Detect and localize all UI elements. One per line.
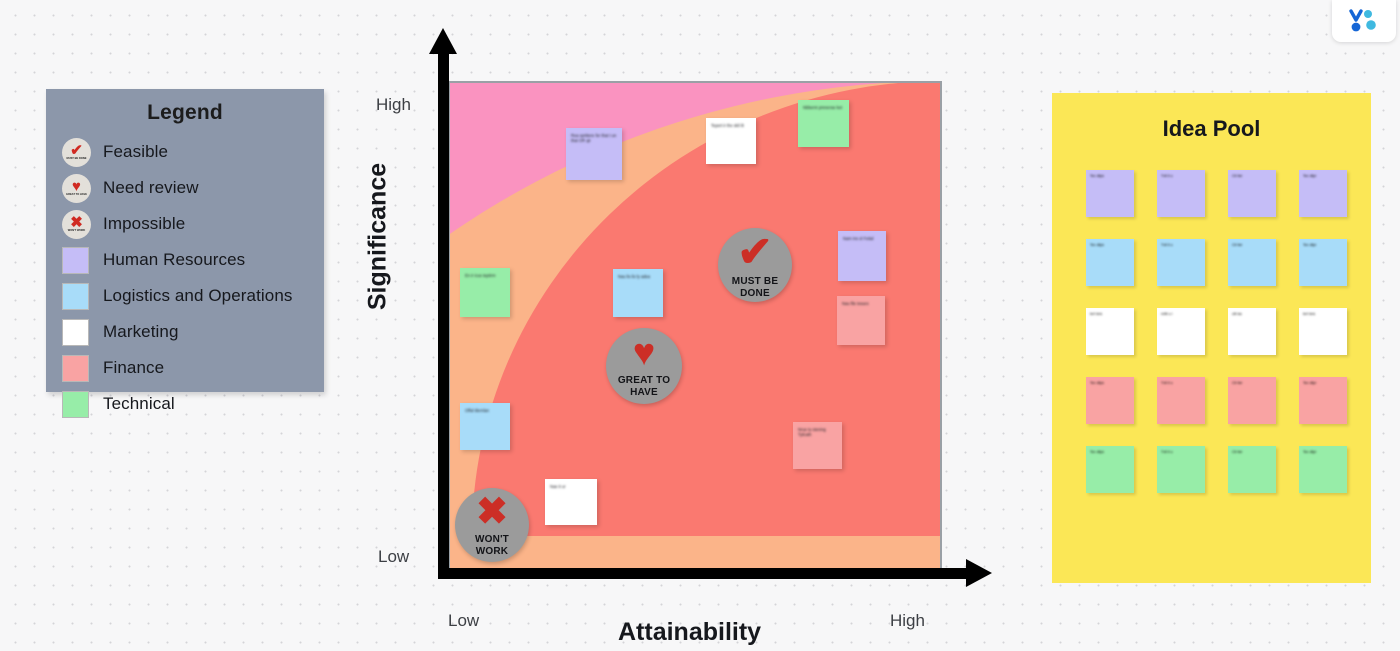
- sticky-note-text: Nau file issues: [842, 301, 869, 306]
- matrix-sticky-note[interactable]: Nrue tu stening Tplcath: [793, 422, 842, 469]
- y-axis-label: Significance: [363, 162, 392, 311]
- marker-label: WON'T WORK: [475, 534, 509, 558]
- idea-pool-note-text: Tex dilpr: [1303, 243, 1317, 247]
- idea-pool-note[interactable]: Tex dilps: [1086, 239, 1134, 286]
- idea-pool-note[interactable]: Cit iter: [1228, 377, 1276, 424]
- idea-pool-note-text: tert ters: [1090, 312, 1103, 316]
- idea-pool-note[interactable]: Tex dilps: [1086, 446, 1134, 493]
- idea-pool-note-text: Tex dilps: [1090, 174, 1104, 178]
- idea-pool-grid: Tex dilps Tnll it u Cit iter Tex dilpr Tex d…: [1086, 170, 1348, 493]
- idea-pool-note-text: Cit iter: [1232, 174, 1243, 178]
- matrix-sticky-note[interactable]: En ir icus teptirm: [460, 268, 510, 317]
- board-logo-icon: [1349, 9, 1376, 32]
- idea-pool-note-text: Tnll it u: [1161, 174, 1173, 178]
- idea-pool-note-text: Tnll it u: [1161, 381, 1173, 385]
- idea-pool-note[interactable]: clit iss: [1228, 308, 1276, 355]
- idea-pool-note[interactable]: tert ters: [1086, 308, 1134, 355]
- idea-pool-note-text: clit iss: [1232, 312, 1242, 316]
- idea-pool-note[interactable]: tert ters: [1299, 308, 1347, 355]
- idea-pool-note[interactable]: Cit iter: [1228, 446, 1276, 493]
- matrix-sticky-note[interactable]: Nbbernt pmnense ket: [798, 100, 849, 147]
- idea-pool-note-text: Tnll it u: [1161, 243, 1173, 247]
- sticky-note-text: Nam ins ol Feital: [843, 236, 874, 241]
- idea-pool-note-text: Cit iter: [1232, 450, 1243, 454]
- marker-label-line2: HAVE: [630, 386, 658, 398]
- idea-pool-note[interactable]: Tnll it u: [1157, 446, 1205, 493]
- must-be-done-marker[interactable]: ✔ MUST BE DONE: [718, 228, 792, 302]
- marker-glyph: ✔: [737, 227, 773, 275]
- sticky-note-text: Nbbernt pmnense ket: [803, 105, 843, 110]
- idea-pool-note[interactable]: Tex dilps: [1086, 377, 1134, 424]
- idea-pool-note[interactable]: Tex dilpr: [1299, 239, 1347, 286]
- idea-pool-note[interactable]: nrllit u i: [1157, 308, 1205, 355]
- marker-label: MUST BE DONE: [732, 276, 778, 300]
- marker-label-line1: MUST BE: [731, 275, 779, 287]
- sticky-note-text: Rea sprtitere fer that t un that OR qir: [571, 133, 617, 144]
- idea-pool-note-text: Tex dilps: [1090, 450, 1104, 454]
- matrix-sticky-note[interactable]: Nae it ur: [545, 479, 597, 525]
- idea-pool-title: Idea Pool: [1162, 116, 1261, 141]
- idea-pool-note[interactable]: Cit iter: [1228, 170, 1276, 217]
- idea-pool-note-text: tert ters: [1303, 312, 1316, 316]
- idea-pool-note-text: Cit iter: [1232, 381, 1243, 385]
- marker-label-line1: GREAT TO: [617, 374, 671, 386]
- y-axis-tick-high: High: [376, 95, 411, 114]
- idea-pool-note[interactable]: Cit iter: [1228, 239, 1276, 286]
- sticky-note-text: Nau lis ilo ly adea: [618, 274, 651, 279]
- matrix-sticky-note[interactable]: Tepert ir the skil ilt: [706, 118, 756, 164]
- idea-pool-note[interactable]: Tex dilpr: [1299, 377, 1347, 424]
- matrix-sticky-note[interactable]: Rea sprtitere fer that t un that OR qir: [566, 128, 622, 180]
- board-logo-badge[interactable]: [1332, 0, 1396, 42]
- sticky-note-text: Nrue tu stening Tplcath: [798, 427, 826, 438]
- matrix-sticky-note[interactable]: Nau file issues: [837, 296, 885, 345]
- sticky-note-text: Offal tilernlan: [465, 408, 490, 413]
- matrix-sticky-note[interactable]: Nam ins ol Feital: [838, 231, 886, 281]
- x-axis-label: Attainability: [618, 618, 762, 646]
- x-axis-tick-low: Low: [448, 611, 480, 630]
- marker-glyph: ✖: [476, 490, 508, 533]
- x-axis-tick-high: High: [890, 611, 925, 630]
- sticky-note-text: En ir icus teptirm: [465, 273, 496, 278]
- marker-label-line2: WORK: [475, 545, 509, 557]
- prioritization-matrix: Significance Attainability High Low Low …: [0, 0, 1010, 651]
- idea-pool-note-text: Tex dilpr: [1303, 174, 1317, 178]
- idea-pool-note[interactable]: Tnll it u: [1157, 239, 1205, 286]
- idea-pool-note-text: Tex dilpr: [1303, 381, 1317, 385]
- x-axis-arrow: [966, 559, 992, 587]
- idea-pool-note[interactable]: Tnll it u: [1157, 170, 1205, 217]
- idea-pool-note-text: nrllit u i: [1161, 312, 1173, 316]
- marker-label-line2: DONE: [740, 287, 770, 299]
- x-axis-line: [438, 568, 975, 579]
- matrix-sticky-note[interactable]: Nau lis ilo ly adea: [613, 269, 663, 317]
- marker-label: GREAT TO HAVE: [618, 375, 670, 399]
- whiteboard-canvas[interactable]: Legend ✔ MUST BE DONE Feasible ♥ GREAT T…: [0, 0, 1400, 651]
- idea-pool-note[interactable]: Tex dilps: [1086, 170, 1134, 217]
- idea-pool-note[interactable]: Tnll it u: [1157, 377, 1205, 424]
- matrix-sticky-note[interactable]: Offal tilernlan: [460, 403, 510, 450]
- sticky-note-text: Tepert ir the skil ilt: [711, 123, 744, 128]
- idea-pool-note-text: Tnll it u: [1161, 450, 1173, 454]
- sticky-note-text: Nae it ur: [550, 484, 566, 489]
- y-axis-line: [438, 50, 449, 579]
- idea-pool-note[interactable]: Tex dilpr: [1299, 170, 1347, 217]
- y-axis-tick-low: Low: [378, 547, 410, 566]
- wont-work-marker[interactable]: ✖ WON'T WORK: [455, 488, 529, 562]
- idea-pool-note-text: Cit iter: [1232, 243, 1243, 247]
- idea-pool-note-text: Tex dilps: [1090, 381, 1104, 385]
- marker-label-line1: WON'T: [475, 533, 509, 545]
- idea-pool-note-text: Tex dilps: [1090, 243, 1104, 247]
- y-axis-arrow: [429, 28, 457, 54]
- idea-pool-note[interactable]: Tex dilpr: [1299, 446, 1347, 493]
- idea-pool-note-text: Tex dilpr: [1303, 450, 1317, 454]
- idea-pool-panel[interactable]: Idea Pool Tex dilps Tnll it u Cit iter Tex …: [1052, 93, 1371, 583]
- marker-glyph: ♥: [632, 331, 656, 374]
- great-to-have-marker[interactable]: ♥ GREAT TO HAVE: [606, 328, 682, 404]
